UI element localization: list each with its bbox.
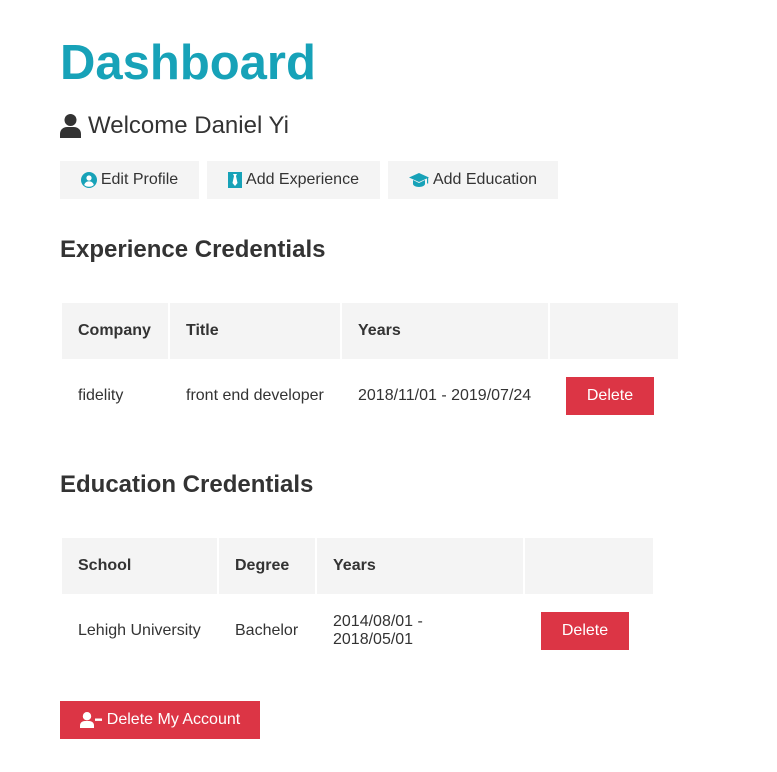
user-minus-icon bbox=[79, 712, 102, 728]
table-row: Lehigh University Bachelor 2014/08/01 - … bbox=[62, 596, 653, 666]
table-header-row: Company Title Years bbox=[62, 303, 678, 359]
education-table: School Degree Years Lehigh University Ba… bbox=[60, 536, 655, 668]
experience-years: 2018/11/01 - 2019/07/24 bbox=[358, 387, 532, 404]
education-school: Lehigh University bbox=[78, 622, 201, 639]
education-action-cell: Delete bbox=[525, 596, 653, 666]
column-header-years: Years bbox=[342, 303, 548, 359]
education-heading: Education Credentials bbox=[60, 471, 314, 498]
black-tie-icon bbox=[228, 172, 243, 188]
column-header-company: Company bbox=[62, 303, 168, 359]
graduation-cap-icon bbox=[408, 173, 429, 187]
education-years: 2014/08/01 - 2018/05/01 bbox=[333, 613, 423, 648]
delete-experience-button[interactable]: Delete bbox=[566, 377, 654, 415]
user-circle-icon bbox=[80, 172, 97, 188]
welcome-text: Welcome Daniel Yi bbox=[88, 112, 289, 139]
column-header-degree: Degree bbox=[219, 538, 315, 594]
column-header-school: School bbox=[62, 538, 217, 594]
delete-education-button[interactable]: Delete bbox=[541, 612, 629, 650]
experience-company: fidelity bbox=[78, 387, 124, 404]
delete-account-label: Delete My Account bbox=[106, 711, 241, 728]
add-experience-label: Add Experience bbox=[246, 171, 359, 188]
table-header-row: School Degree Years bbox=[62, 538, 653, 594]
delete-account-button[interactable]: Delete My Account bbox=[60, 701, 260, 739]
experience-title: front end developer bbox=[186, 387, 324, 404]
add-education-label: Add Education bbox=[432, 171, 538, 188]
education-degree: Bachelor bbox=[235, 622, 299, 639]
table-row: fidelity front end developer 2018/11/01 … bbox=[62, 361, 678, 431]
add-experience-button[interactable]: Add Experience bbox=[207, 161, 380, 199]
column-header-years: Years bbox=[317, 538, 523, 594]
column-header-actions bbox=[550, 303, 678, 359]
column-header-actions bbox=[525, 538, 653, 594]
page-title: Dashboard bbox=[60, 36, 316, 90]
edit-profile-label: Edit Profile bbox=[100, 171, 179, 188]
user-icon bbox=[60, 114, 81, 138]
column-header-title: Title bbox=[170, 303, 340, 359]
welcome-message: Welcome Daniel Yi bbox=[60, 110, 289, 142]
experience-action-cell: Delete bbox=[550, 361, 678, 431]
dashboard-actions: Edit Profile Add Experience Add Educatio… bbox=[60, 161, 558, 199]
edit-profile-button[interactable]: Edit Profile bbox=[60, 161, 199, 199]
add-education-button[interactable]: Add Education bbox=[388, 161, 558, 199]
experience-heading: Experience Credentials bbox=[60, 236, 326, 263]
experience-table: Company Title Years fidelity front end d… bbox=[60, 301, 680, 433]
